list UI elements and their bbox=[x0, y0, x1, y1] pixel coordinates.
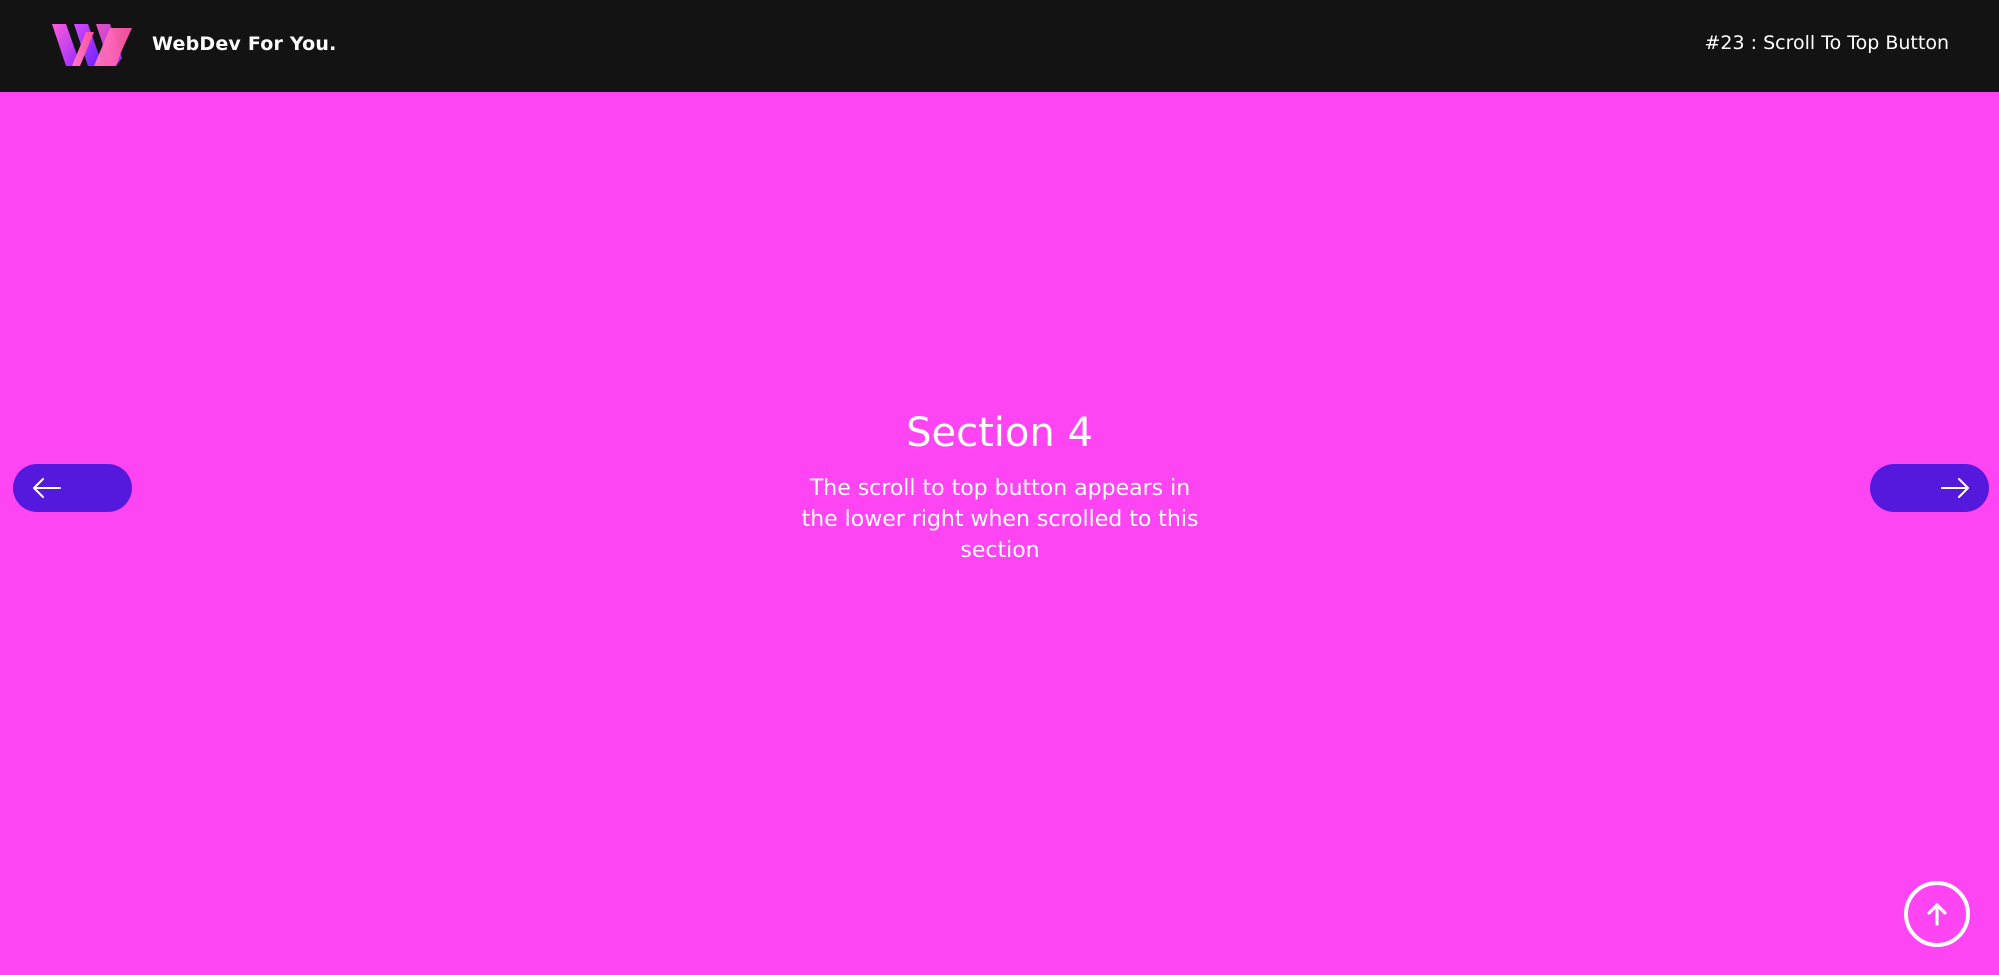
arrow-left-icon bbox=[33, 478, 61, 498]
previous-section-button[interactable] bbox=[13, 464, 132, 512]
scroll-to-top-button[interactable] bbox=[1904, 881, 1970, 947]
w-logo-icon bbox=[52, 24, 132, 66]
section-title: Section 4 bbox=[906, 410, 1093, 456]
top-navbar: WebDev For You. #23 : Scroll To Top Butt… bbox=[0, 0, 1999, 92]
brand[interactable]: WebDev For You. bbox=[52, 20, 336, 68]
section-description: The scroll to top button appears in the … bbox=[801, 476, 1199, 563]
next-section-button[interactable] bbox=[1870, 464, 1989, 512]
page-tag: #23 : Scroll To Top Button bbox=[1704, 32, 1950, 54]
arrow-right-icon bbox=[1941, 478, 1969, 498]
brand-name: WebDev For You. bbox=[152, 33, 337, 55]
arrow-up-icon bbox=[1927, 903, 1947, 926]
